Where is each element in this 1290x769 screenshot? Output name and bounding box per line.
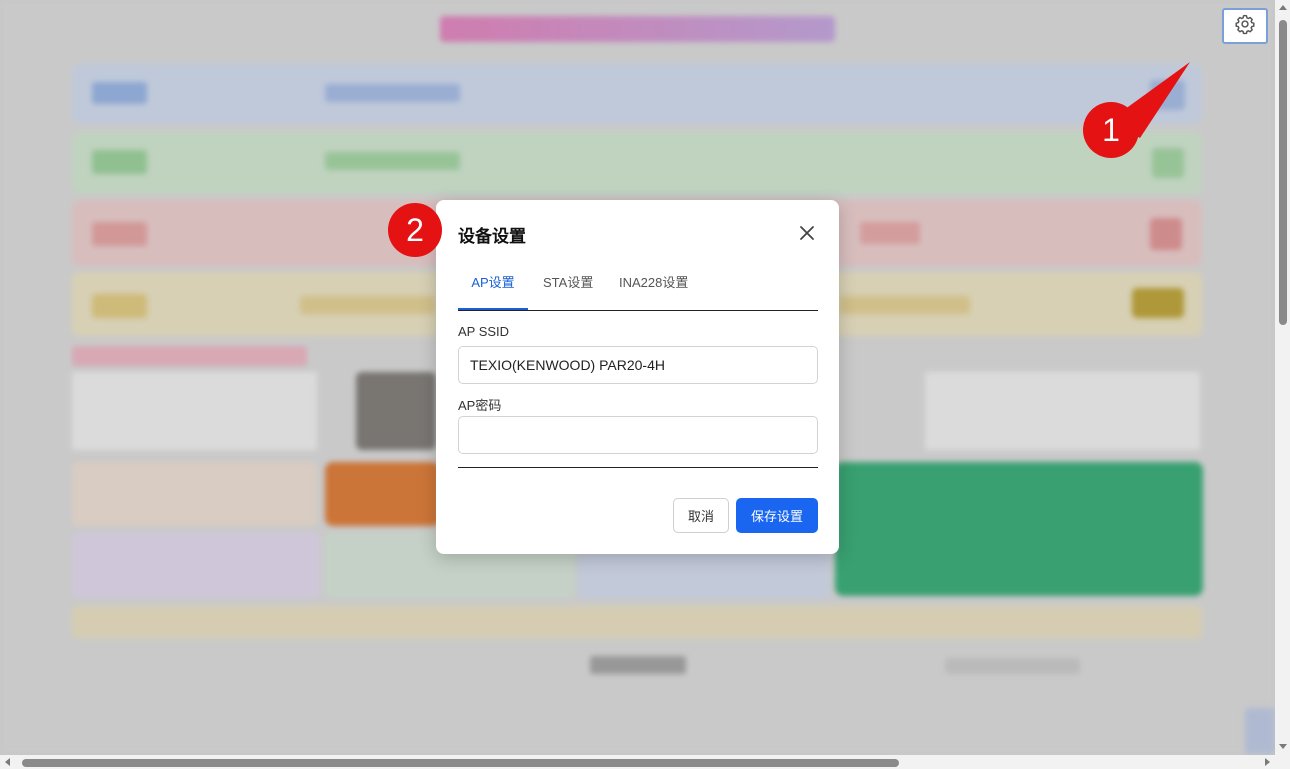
horizontal-scroll-thumb[interactable] bbox=[22, 759, 899, 767]
settings-button[interactable] bbox=[1222, 8, 1268, 44]
scroll-down-icon[interactable] bbox=[1279, 744, 1287, 749]
ap-ssid-input[interactable] bbox=[458, 346, 818, 384]
gear-icon bbox=[1234, 13, 1256, 39]
tab-ina228-settings[interactable]: INA228设置 bbox=[619, 272, 688, 308]
settings-tabs: AP设置 STA设置 INA228设置 bbox=[458, 272, 818, 311]
scroll-left-icon[interactable] bbox=[5, 758, 10, 766]
vertical-scrollbar[interactable] bbox=[1275, 0, 1290, 755]
vertical-scroll-thumb[interactable] bbox=[1279, 20, 1287, 325]
tab-ap-settings[interactable]: AP设置 bbox=[458, 272, 528, 310]
callout-2: 2 bbox=[388, 203, 442, 257]
close-button[interactable] bbox=[796, 222, 818, 244]
close-icon bbox=[796, 226, 818, 248]
device-settings-dialog: 设备设置 AP设置 STA设置 INA228设置 AP SSID AP密码 取消… bbox=[436, 200, 839, 554]
scroll-up-icon[interactable] bbox=[1279, 5, 1287, 10]
tab-sta-settings[interactable]: STA设置 bbox=[543, 272, 593, 308]
horizontal-scrollbar[interactable] bbox=[0, 755, 1290, 769]
callout-1: 1 bbox=[1083, 102, 1139, 158]
divider bbox=[458, 467, 818, 468]
scroll-right-icon[interactable] bbox=[1265, 758, 1270, 766]
ap-password-input[interactable] bbox=[458, 416, 818, 454]
cancel-button[interactable]: 取消 bbox=[673, 498, 729, 533]
ap-password-label: AP密码 bbox=[458, 398, 502, 413]
dialog-title: 设备设置 bbox=[458, 227, 526, 246]
ap-ssid-label: AP SSID bbox=[458, 324, 510, 339]
save-settings-button[interactable]: 保存设置 bbox=[736, 498, 818, 533]
